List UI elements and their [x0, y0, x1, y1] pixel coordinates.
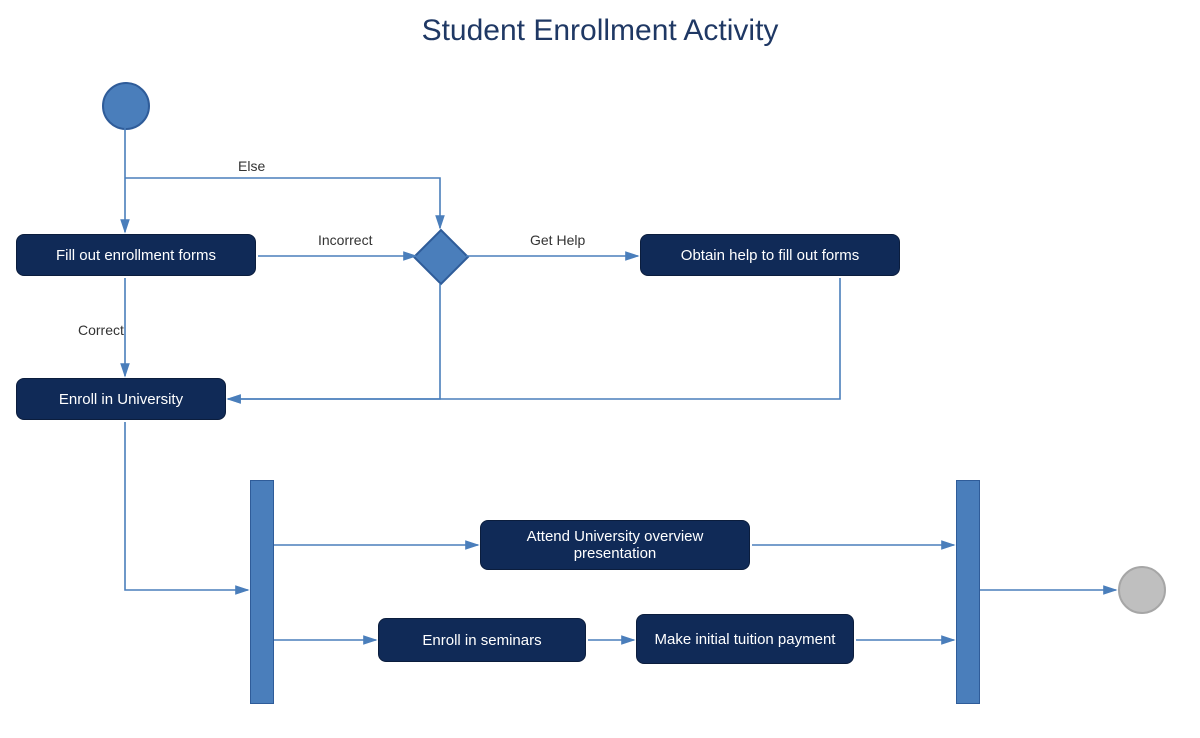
- connector-lines: [0, 0, 1200, 738]
- end-node: [1118, 566, 1166, 614]
- activity-label: Fill out enrollment forms: [56, 247, 216, 264]
- activity-label: Make initial tuition payment: [655, 631, 836, 648]
- fork-bar: [250, 480, 274, 704]
- decision-node: [413, 229, 470, 286]
- join-bar: [956, 480, 980, 704]
- activity-attend-overview: Attend University overview presentation: [480, 520, 750, 570]
- edge-label-incorrect: Incorrect: [318, 232, 372, 248]
- activity-label: Enroll in seminars: [422, 632, 541, 649]
- activity-enroll-university: Enroll in University: [16, 378, 226, 420]
- activity-fill-out-forms: Fill out enrollment forms: [16, 234, 256, 276]
- start-node: [102, 82, 150, 130]
- edge-label-get-help: Get Help: [530, 232, 585, 248]
- activity-label: Attend University overview presentation: [491, 528, 739, 562]
- activity-label: Enroll in University: [59, 391, 183, 408]
- activity-label: Obtain help to fill out forms: [681, 247, 859, 264]
- activity-obtain-help: Obtain help to fill out forms: [640, 234, 900, 276]
- diagram-title: Student Enrollment Activity: [0, 14, 1200, 48]
- edge-label-correct: Correct: [78, 322, 124, 338]
- activity-enroll-seminars: Enroll in seminars: [378, 618, 586, 662]
- edge-label-else: Else: [238, 158, 265, 174]
- activity-make-payment: Make initial tuition payment: [636, 614, 854, 664]
